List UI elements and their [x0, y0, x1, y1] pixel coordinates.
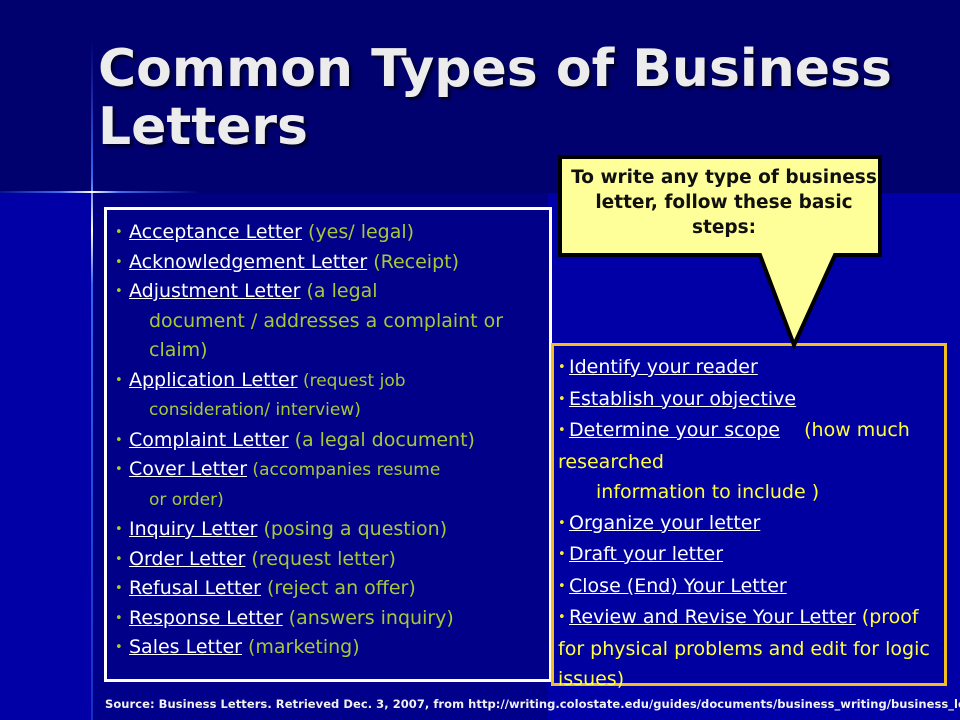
- source-citation: Source: Business Letters. Retrieved Dec.…: [105, 697, 960, 711]
- callout-shape: [558, 155, 882, 351]
- callout-text: To write any type of business letter, fo…: [571, 167, 877, 238]
